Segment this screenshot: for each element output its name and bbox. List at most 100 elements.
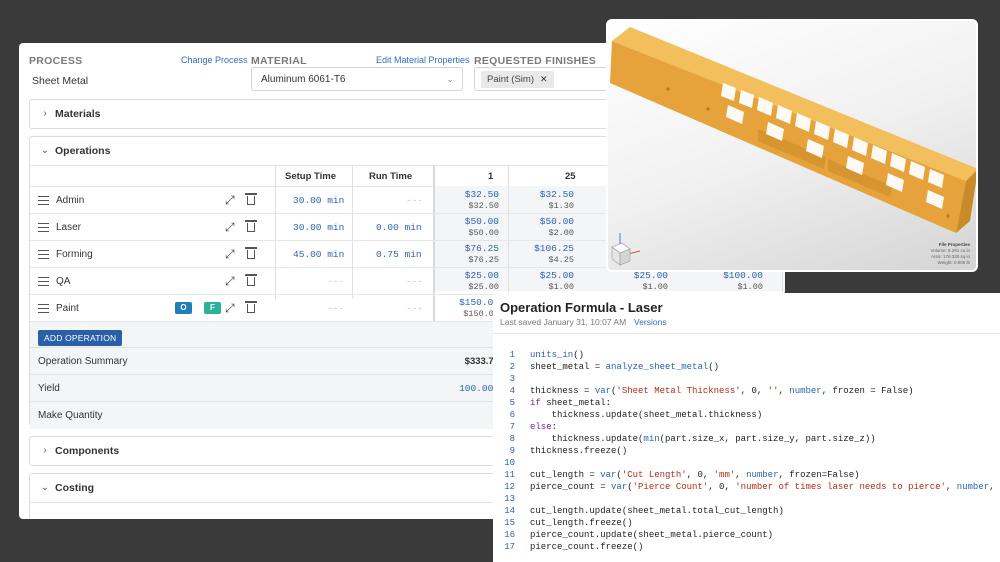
run-time[interactable]: 0.00 min [376,222,422,233]
run-time[interactable]: --- [406,195,423,206]
operation-name: Admin [56,195,85,206]
divider [493,333,1000,334]
line-number: 13 [504,494,515,504]
unit-price-qty25: $1.30 [548,201,574,211]
expand-icon[interactable]: ⤢ [225,274,235,289]
file-properties: File Properties Volume: 8.291 cu in Area… [930,242,970,266]
drag-handle-icon[interactable] [38,196,49,205]
material-select[interactable]: Aluminum 6061-T6 ⌄ [251,67,463,91]
setup-time[interactable]: 45.00 min [293,249,344,260]
price-qty25: $32.50 [539,189,574,200]
line-number: 6 [509,410,515,420]
expand-icon[interactable]: ⤢ [225,247,235,262]
finish-chip-label: Paint (Sim) [487,74,534,85]
price-qty25: $106.25 [534,243,574,254]
run-time[interactable]: --- [406,276,423,287]
unit-price-qty1: $32.50 [468,201,499,211]
unit-price-qty25: $4.25 [548,255,574,265]
drag-handle-icon[interactable] [38,304,49,313]
unit-price-qty-hidden: $1.00 [737,282,763,292]
drag-handle-icon[interactable] [38,250,49,259]
finish-chip: Paint (Sim) ✕ [481,71,554,88]
trash-icon[interactable] [245,301,257,313]
expand-icon[interactable]: ⤢ [225,220,235,235]
unit-price-qty-hidden: $1.00 [642,282,668,292]
material-select-value: Aluminum 6061-T6 [261,74,346,85]
costing-title: Costing [55,482,95,494]
operation-name: Paint [56,303,79,314]
badge-f[interactable]: F [204,302,221,314]
line-number: 4 [509,386,515,396]
code-line: thickness = var('Sheet Metal Thickness',… [530,386,914,396]
code-line: cut_length.freeze() [530,518,633,528]
trash-icon[interactable] [245,247,257,259]
code-line: cut_length = var('Cut Length', 0, 'mm', … [530,470,860,480]
code-editor[interactable]: 1 units_in() 2 sheet_metal = analyze_sheet… [493,347,1000,552]
line-number: 16 [504,530,515,540]
expand-icon[interactable]: ⤢ [225,193,235,208]
price-qty25: $25.00 [539,270,574,281]
material-label: MATERIAL [251,55,307,67]
unit-price-qty1: $50.00 [468,228,499,238]
qty-header-1: 1 [488,171,494,182]
sheet-metal-part-model [610,27,976,266]
trash-icon[interactable] [245,274,257,286]
price-qty25: $50.00 [539,216,574,227]
chevron-down-icon: ⌄ [40,145,50,156]
components-title: Components [55,445,120,457]
chevron-down-icon: ⌄ [446,74,454,84]
setup-time[interactable]: 30.00 min [293,195,344,206]
drag-handle-icon[interactable] [38,277,49,286]
trash-icon[interactable] [245,220,257,232]
setup-time[interactable]: --- [327,303,344,314]
run-time[interactable]: 0.75 min [376,249,422,260]
part-3d-viewer[interactable]: File Properties Volume: 8.291 cu in Area… [606,19,978,272]
chevron-right-icon: › [43,108,47,119]
line-number: 9 [509,446,515,456]
unit-price-qty1: $25.00 [468,282,499,292]
summary-label: Operation Summary [38,356,128,367]
line-number: 3 [509,374,515,384]
last-saved-text: Last saved January 31, 10:07 AM [500,317,627,327]
code-line: else: [530,422,558,432]
line-number: 7 [509,422,515,432]
edit-material-link[interactable]: Edit Material Properties [376,55,470,65]
chevron-right-icon: › [43,445,47,456]
close-icon[interactable]: ✕ [540,74,548,84]
price-qty1: $50.00 [464,216,499,227]
code-line: if sheet_metal: [530,398,612,408]
unit-price-qty1: $76.25 [468,255,499,265]
finishes-label: REQUESTED FINISHES [474,55,597,67]
drag-handle-icon[interactable] [38,223,49,232]
setup-time-header: Setup Time [285,171,337,182]
make-quantity-label: Make Quantity [38,410,103,421]
trash-icon[interactable] [245,193,257,205]
code-line: pierce_count.freeze() [530,542,644,552]
line-number: 15 [504,518,515,528]
line-number: 5 [509,398,515,408]
unit-price-qty25: $2.00 [548,228,574,238]
setup-time[interactable]: --- [327,276,344,287]
versions-link[interactable]: Versions [634,317,667,327]
line-number: 8 [509,434,515,444]
line-number: 1 [509,350,515,360]
materials-title: Materials [55,108,101,120]
operation-name: Forming [56,249,93,260]
change-process-link[interactable]: Change Process [181,55,248,65]
chevron-down-icon: ⌄ [40,482,50,493]
run-time-header: Run Time [369,171,413,182]
line-number: 12 [504,482,515,492]
line-number: 17 [504,542,515,552]
setup-time[interactable]: 30.00 min [293,222,344,233]
run-time[interactable]: --- [406,303,423,314]
code-line: thickness.update(sheet_metal.thickness) [530,410,763,420]
badge-o[interactable]: O [175,302,192,314]
process-value: Sheet Metal [32,75,89,87]
price-qty1: $32.50 [464,189,499,200]
add-operation-button[interactable]: ADD OPERATION [38,330,123,346]
price-qty1: $25.00 [464,270,499,281]
yield-label: Yield [38,383,60,394]
code-line: units_in() [530,350,585,360]
expand-icon[interactable]: ⤢ [225,301,235,316]
operations-title: Operations [55,145,111,157]
